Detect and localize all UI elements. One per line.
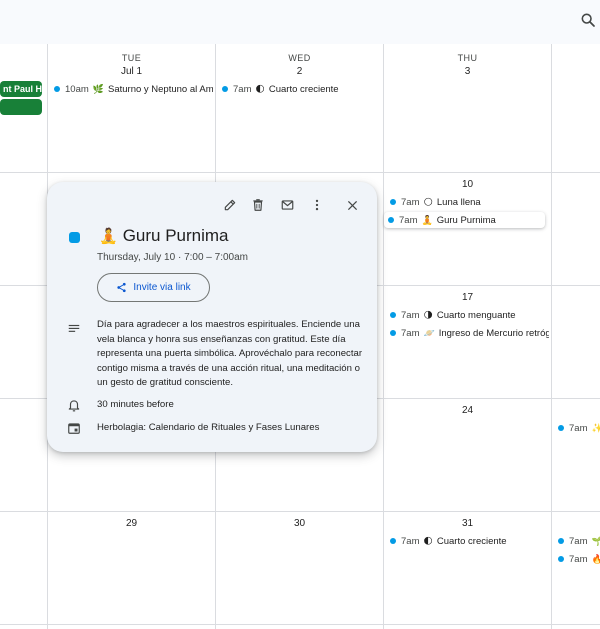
event-title-heading: 🧘 Guru Purnima xyxy=(99,226,229,246)
event-title: Luna llena xyxy=(436,196,481,208)
event-title: Cuarto creciente xyxy=(268,83,339,95)
bell-icon xyxy=(68,400,80,412)
invite-via-link-button[interactable]: Invite via link xyxy=(97,273,210,302)
search-icon xyxy=(581,13,595,27)
event-dot xyxy=(390,330,396,336)
grid-line xyxy=(0,172,600,173)
event-description: Día para agradecer a los maestros espiri… xyxy=(97,319,363,388)
event-title: Ingreso de Mercurio retróg xyxy=(438,327,549,339)
calendar-event[interactable]: 7am 🌕 Luna llena xyxy=(386,194,546,210)
event-reminder: 30 minutes before xyxy=(97,399,174,410)
seedling-icon: 🌱 xyxy=(591,535,600,546)
close-popover-button[interactable] xyxy=(341,194,363,216)
edit-event-button[interactable] xyxy=(219,194,241,216)
event-time: 7am xyxy=(399,214,418,226)
event-dot xyxy=(388,217,394,223)
event-dot xyxy=(558,556,564,562)
event-time: 7am xyxy=(401,309,420,321)
trash-icon xyxy=(253,199,263,211)
grid-line xyxy=(383,44,384,629)
event-time: 7am xyxy=(401,327,420,339)
last-quarter-moon-icon: 🌗 xyxy=(423,309,433,320)
event-detail-popover: 🧘 Guru Purnima Thursday, July 10 · 7:00 –… xyxy=(47,182,377,452)
day-number-tue[interactable]: Jul 1 xyxy=(48,66,215,77)
event-dot xyxy=(558,425,564,431)
event-calendar-name: Herbolagia: Calendario de Rituales y Fas… xyxy=(97,422,320,433)
event-title: Cuarto creciente xyxy=(436,535,507,547)
planet-icon: 🪐 xyxy=(423,327,435,338)
day-number[interactable]: 30 xyxy=(216,518,383,529)
calendar-event[interactable]: 7am 🌓 Cuarto creciente xyxy=(218,81,381,97)
day-number-thu[interactable]: 3 xyxy=(384,66,551,77)
event-time: 7am xyxy=(233,83,252,95)
event-dot xyxy=(54,86,60,92)
calendar-event[interactable]: 7am 🌓 Cuarto creciente xyxy=(386,533,549,549)
share-icon xyxy=(117,282,126,293)
leaf-icon: 🌿 xyxy=(92,83,104,94)
calendar-event[interactable]: 7am 🔥 xyxy=(554,551,600,567)
meditation-icon: 🧘 xyxy=(421,214,433,225)
event-dot xyxy=(222,86,228,92)
close-icon xyxy=(347,200,357,210)
event-time: 7am xyxy=(569,553,588,565)
event-title: Guru Purnima xyxy=(436,214,496,226)
event-time: 10am xyxy=(65,83,89,95)
event-time: 7am xyxy=(401,535,420,547)
day-header-thu: THU xyxy=(457,53,478,63)
event-dot xyxy=(390,312,396,318)
fire-icon: 🔥 xyxy=(591,553,600,564)
calendar-event[interactable]: 7am 🌗 Cuarto menguante xyxy=(386,307,549,323)
event-time: 7am xyxy=(569,535,588,547)
sparkle-icon: ✨ xyxy=(591,422,600,433)
event-time: 7am xyxy=(569,422,588,434)
event-dot xyxy=(390,199,396,205)
day-number[interactable]: 17 xyxy=(384,292,551,303)
day-number[interactable]: 29 xyxy=(48,518,215,529)
day-number[interactable]: 24 xyxy=(384,405,551,416)
calendar-event[interactable]: 7am 🪐 Ingreso de Mercurio retróg xyxy=(386,325,549,341)
first-quarter-moon-icon: 🌓 xyxy=(255,83,265,94)
top-bar xyxy=(0,0,600,44)
event-title: Cuarto menguante xyxy=(436,309,516,321)
full-moon-icon: 🌕 xyxy=(423,196,433,207)
grid-line xyxy=(0,624,600,625)
event-dot xyxy=(390,538,396,544)
search-button[interactable] xyxy=(578,8,600,32)
day-header-tue: TUE xyxy=(121,53,142,63)
grid-line xyxy=(0,511,600,512)
day-number[interactable]: 31 xyxy=(384,518,551,529)
event-dot xyxy=(558,538,564,544)
allday-event-bar[interactable] xyxy=(0,99,42,115)
delete-event-button[interactable] xyxy=(247,194,269,216)
calendar-event[interactable]: 10am 🌿 Saturno y Neptuno al Ama xyxy=(50,81,213,97)
pencil-icon xyxy=(224,199,236,211)
event-color-indicator xyxy=(69,232,80,243)
first-quarter-moon-icon: 🌓 xyxy=(423,535,433,546)
mail-icon xyxy=(281,200,293,210)
event-time: 7am xyxy=(401,196,420,208)
allday-event[interactable]: nt Paul H xyxy=(0,81,42,97)
email-guests-button[interactable] xyxy=(276,194,298,216)
more-options-button[interactable] xyxy=(306,194,328,216)
event-date-time: Thursday, July 10 · 7:00 – 7:00am xyxy=(97,252,249,263)
calendar-event[interactable]: 7am 🌱 xyxy=(554,533,600,549)
calendar-event-selected[interactable]: 7am 🧘 Guru Purnima xyxy=(384,212,545,228)
day-header-wed: WED xyxy=(288,53,311,63)
calendar-event[interactable]: 7am ✨ xyxy=(554,420,600,436)
grid-line xyxy=(551,44,552,629)
invite-label: Invite via link xyxy=(133,282,191,293)
description-icon xyxy=(68,324,80,332)
calendar-icon xyxy=(68,423,80,434)
event-title-text: Guru Purnima xyxy=(122,226,229,245)
more-vert-icon xyxy=(315,199,319,211)
meditation-icon: 🧘 xyxy=(99,228,118,245)
day-number-wed[interactable]: 2 xyxy=(216,66,383,77)
event-title: Saturno y Neptuno al Ama xyxy=(107,83,213,95)
day-number[interactable]: 10 xyxy=(384,179,551,190)
